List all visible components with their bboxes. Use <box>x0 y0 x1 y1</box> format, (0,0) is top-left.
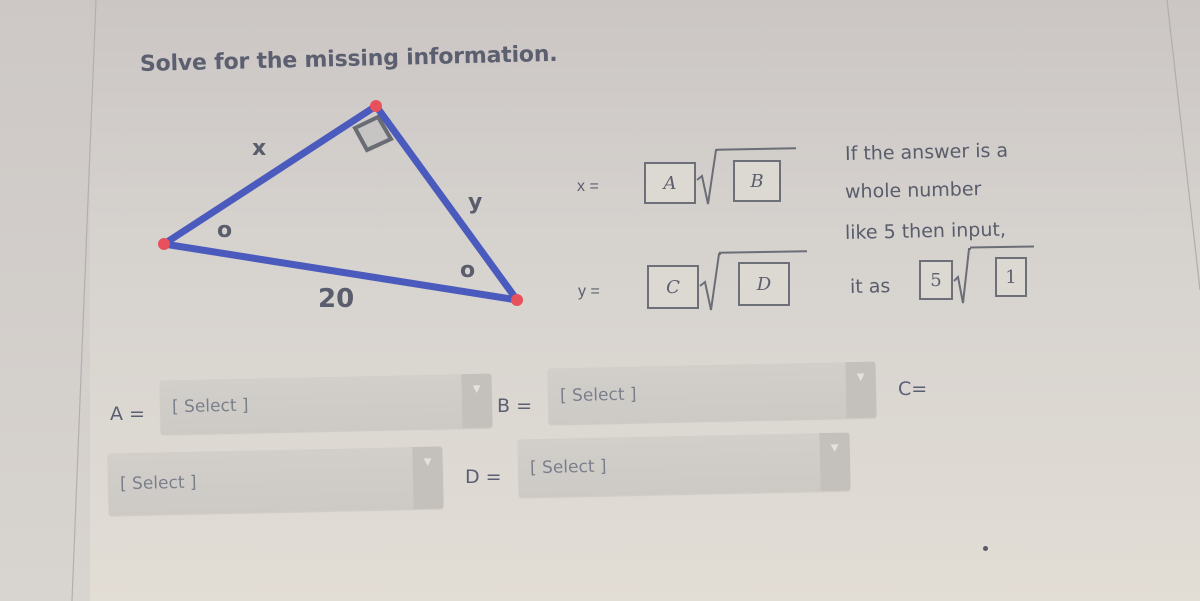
instruction-line-2: whole number <box>844 178 982 203</box>
vertex-left <box>158 238 170 250</box>
answer-c-select[interactable]: [ Select ] ▼ <box>107 446 444 516</box>
formula-y-radicand-box: D <box>738 262 790 306</box>
instruction-line-1: If the answer is a <box>844 139 1009 165</box>
answer-a-select[interactable]: [ Select ] ▼ <box>159 373 493 435</box>
instruction-line-3: like 5 then input, <box>844 218 1007 244</box>
vertex-right <box>511 294 523 306</box>
sqrt-icon <box>699 253 721 311</box>
angle-label-right: o <box>460 258 476 283</box>
chevron-down-icon[interactable]: ▼ <box>412 446 444 510</box>
chevron-down-icon[interactable]: ▼ <box>819 432 851 492</box>
answer-b-label: B = <box>497 395 532 417</box>
angle-label-left: o <box>217 218 233 243</box>
example-coef-box: 5 <box>919 260 953 300</box>
answer-b-select[interactable]: [ Select ] ▼ <box>547 361 877 425</box>
formula-y-label: y = <box>578 283 600 300</box>
sqrt-vinculum <box>715 147 797 151</box>
instruction-line-4: it as <box>849 275 891 298</box>
answer-c-value: [ Select ] <box>119 472 197 495</box>
side-y <box>372 102 521 304</box>
formula-x-coef-box: A <box>644 162 696 204</box>
question-title: Solve for the missing information. <box>139 41 558 77</box>
sqrt-vinculum <box>969 245 1035 249</box>
side-label-y: y <box>468 190 483 215</box>
answer-a-value: [ Select ] <box>171 395 249 418</box>
answer-d-label: D = <box>465 466 502 488</box>
formula-y-coef-box: C <box>647 265 699 309</box>
side-label-x: x <box>252 136 267 161</box>
answer-d-select[interactable]: [ Select ] ▼ <box>517 432 851 498</box>
formula-x-radicand-box: B <box>733 160 781 202</box>
sqrt-icon <box>696 149 718 205</box>
answer-a-label: A = <box>110 403 145 425</box>
sqrt-icon <box>953 248 971 304</box>
side-x <box>160 102 380 248</box>
example-radicand-box: 1 <box>995 257 1027 297</box>
chevron-down-icon[interactable]: ▼ <box>845 361 877 419</box>
sqrt-vinculum <box>718 250 808 254</box>
answer-d-value: [ Select ] <box>529 456 607 479</box>
formula-x-label: x = <box>577 178 599 195</box>
answer-c-label: C= <box>898 378 928 400</box>
side-label-20: 20 <box>318 284 355 314</box>
left-margin-panel <box>0 0 90 601</box>
answer-b-value: [ Select ] <box>559 384 637 407</box>
vertex-top <box>370 100 382 112</box>
chevron-down-icon[interactable]: ▼ <box>461 373 493 429</box>
stray-dot <box>983 546 988 551</box>
